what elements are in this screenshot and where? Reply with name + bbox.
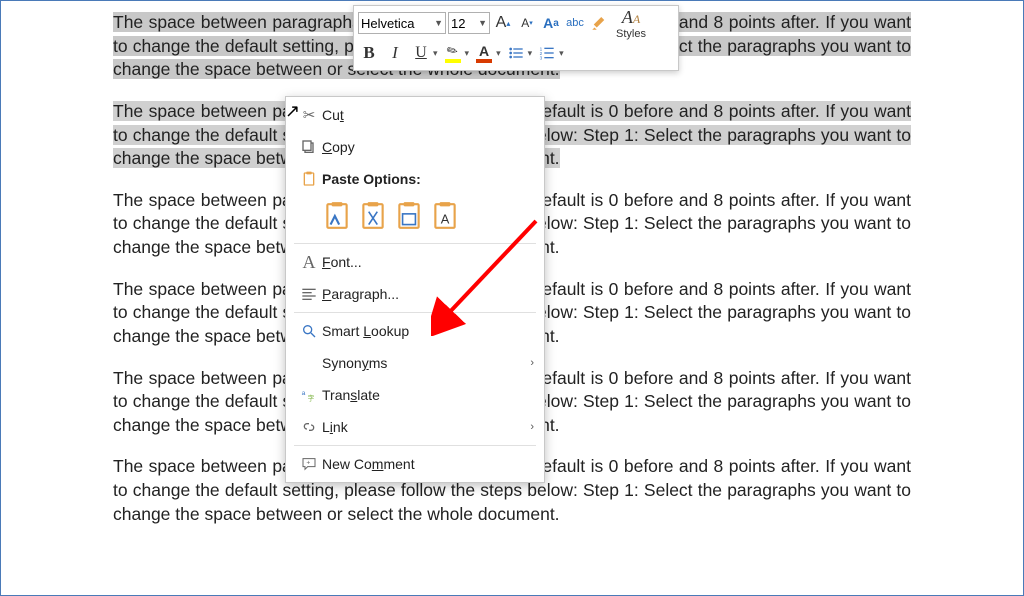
chevron-down-icon[interactable]: ▾: [559, 48, 564, 59]
copy-icon: [296, 139, 322, 155]
new-comment-menu-item[interactable]: + New Comment: [286, 448, 544, 480]
chevron-down-icon: ▼: [478, 18, 487, 28]
paste-keep-source-button[interactable]: [322, 199, 352, 233]
chevron-down-icon[interactable]: ▾: [528, 48, 533, 59]
chevron-down-icon[interactable]: ▾: [433, 48, 438, 59]
chevron-right-icon: ›: [530, 421, 534, 433]
menu-label: Smart Lookup: [322, 323, 504, 339]
styles-label: Styles: [616, 28, 646, 40]
link-menu-item[interactable]: Link ›: [286, 411, 544, 443]
cursor-icon: ↖: [285, 101, 300, 122]
increase-font-size-button[interactable]: A▴: [492, 11, 514, 35]
svg-text:字: 字: [308, 393, 315, 402]
paste-options-header: Paste Options:: [286, 163, 544, 195]
bullets-button[interactable]: [505, 41, 527, 65]
menu-label: New Comment: [322, 456, 504, 472]
font-menu-item[interactable]: A Font...: [286, 246, 544, 278]
font-name-value: Helvetica: [361, 16, 414, 31]
font-size-value: 12: [451, 16, 465, 31]
bold-button[interactable]: B: [358, 41, 380, 65]
menu-label: Paragraph...: [322, 286, 504, 302]
numbering-button[interactable]: 123: [536, 41, 558, 65]
smart-lookup-menu-item[interactable]: Smart Lookup: [286, 315, 544, 347]
paste-picture-button[interactable]: [394, 199, 424, 233]
svg-text:a: a: [302, 390, 306, 397]
paste-options-row: A: [286, 195, 544, 241]
clipboard-icon: [296, 170, 322, 188]
svg-text:3: 3: [540, 56, 543, 61]
chevron-down-icon[interactable]: ▾: [496, 48, 501, 59]
translate-menu-item[interactable]: a字 Translate: [286, 379, 544, 411]
underline-button[interactable]: U: [410, 41, 432, 65]
paste-merge-button[interactable]: [358, 199, 388, 233]
menu-separator: [294, 312, 536, 313]
menu-label: Translate: [322, 387, 504, 403]
font-size-select[interactable]: 12 ▼: [448, 12, 490, 34]
chevron-down-icon: ▼: [434, 18, 443, 28]
menu-separator: [294, 243, 536, 244]
font-name-select[interactable]: Helvetica ▼: [358, 12, 446, 34]
link-icon: [296, 419, 322, 435]
format-painter-button[interactable]: [588, 11, 610, 35]
synonyms-menu-item[interactable]: Synonyms ›: [286, 347, 544, 379]
translate-icon: a字: [296, 387, 322, 403]
clear-formatting-button[interactable]: abc: [564, 11, 586, 35]
cut-menu-item[interactable]: ✂ Cut: [286, 99, 544, 131]
paragraph-menu-item[interactable]: Paragraph...: [286, 278, 544, 310]
paragraph-icon: [296, 286, 322, 302]
menu-label: Paste Options:: [322, 171, 504, 187]
chevron-right-icon: ›: [530, 357, 534, 369]
mini-toolbar: Helvetica ▼ 12 ▼ A▴ A▾ Aa abc AA Styles …: [353, 5, 679, 71]
paste-text-only-button[interactable]: A: [430, 199, 460, 233]
comment-icon: +: [296, 456, 322, 472]
menu-label: Link: [322, 419, 504, 435]
svg-text:+: +: [306, 460, 310, 467]
decrease-font-size-button[interactable]: A▾: [516, 11, 538, 35]
svg-text:A: A: [441, 212, 450, 227]
menu-label: Copy: [322, 139, 504, 155]
change-case-button[interactable]: Aa: [540, 11, 562, 35]
styles-button[interactable]: AA Styles: [612, 7, 650, 40]
copy-menu-item[interactable]: Copy: [286, 131, 544, 163]
menu-label: Synonyms: [322, 355, 504, 371]
menu-separator: [294, 445, 536, 446]
highlight-color-button[interactable]: ✎: [442, 41, 464, 65]
context-menu: ✂ Cut Copy Paste Options: A A Font...: [285, 96, 545, 483]
menu-label: Font...: [322, 254, 504, 270]
font-color-button[interactable]: A: [473, 41, 495, 65]
italic-button[interactable]: I: [384, 41, 406, 65]
font-icon: A: [296, 252, 322, 273]
chevron-down-icon[interactable]: ▾: [465, 48, 470, 59]
search-icon: [296, 323, 322, 339]
menu-label: Cut: [322, 107, 504, 123]
